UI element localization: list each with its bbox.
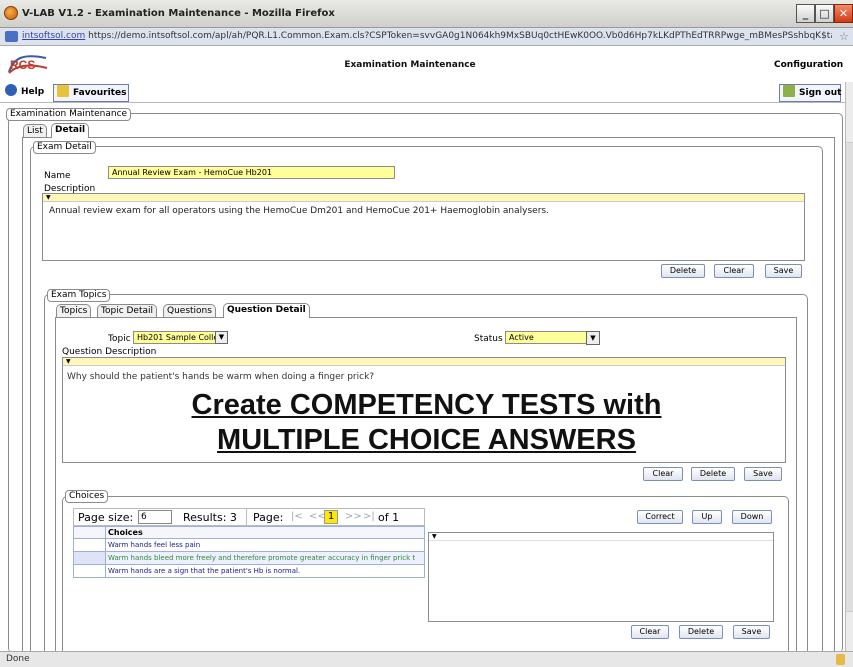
sign-out-icon <box>783 85 795 97</box>
favourites-icon <box>57 85 69 97</box>
caption-line-1: Create COMPETENCY TESTS with <box>191 389 662 421</box>
question-description-label: Question Description <box>62 347 157 357</box>
name-input[interactable]: Annual Review Exam - HemoCue Hb201 <box>108 166 395 179</box>
address-host: intsoftsol.com <box>22 31 86 41</box>
choices-header-row: Choices <box>73 526 425 539</box>
window-titlebar: V-LAB V1.2 - Examination Maintenance - M… <box>0 0 853 28</box>
tab-topic-detail[interactable]: Topic Detail <box>97 304 158 318</box>
table-row-selected[interactable]: Warm hands bleed more freely and therefo… <box>73 551 425 565</box>
choices-table: Choices Warm hands feel less pain Warm h… <box>73 526 425 578</box>
question-toolbar[interactable]: ▼ <box>63 358 785 366</box>
status-dropdown-icon[interactable]: ▼ <box>586 331 600 345</box>
page-scrollbar[interactable] <box>845 82 853 652</box>
examination-maintenance-legend: Examination Maintenance <box>6 108 132 121</box>
choice-editor-textarea[interactable]: ▼ <box>428 532 774 622</box>
topic-label: Topic <box>108 334 131 344</box>
delete-question-button[interactable]: Delete <box>691 467 735 481</box>
clear-choice-button[interactable]: Clear <box>631 625 669 639</box>
firefox-icon <box>4 6 18 20</box>
app-toolbar: Help Favourites Sign out <box>0 83 845 103</box>
address-bar[interactable]: intsoftsol.com https://demo.intsoftsol.c… <box>0 28 853 46</box>
configuration-link[interactable]: Configuration <box>774 60 843 70</box>
save-exam-button[interactable]: Save <box>765 264 802 278</box>
delete-exam-button[interactable]: Delete <box>661 264 705 278</box>
clear-question-button[interactable]: Clear <box>643 467 683 481</box>
page-title: Examination Maintenance <box>344 60 476 70</box>
selector-column-header <box>73 526 106 539</box>
help-button[interactable]: Help <box>2 84 48 102</box>
save-question-button[interactable]: Save <box>744 467 782 481</box>
table-row[interactable]: Warm hands feel less pain <box>73 538 425 552</box>
row-selector[interactable] <box>73 551 106 565</box>
pager-first-button[interactable]: |< <box>291 511 303 522</box>
pager-divider <box>246 509 247 525</box>
tab-detail[interactable]: Detail <box>51 123 90 138</box>
choice-editor-toolbar[interactable]: ▼ <box>429 533 773 541</box>
choice-editor-expand-icon[interactable]: ▼ <box>432 533 437 540</box>
site-icon <box>5 31 18 42</box>
favourites-label: Favourites <box>73 88 127 98</box>
row-selector[interactable] <box>73 564 106 578</box>
up-button[interactable]: Up <box>692 510 722 524</box>
description-text: Annual review exam for all operators usi… <box>49 206 549 216</box>
choice-text[interactable]: Warm hands bleed more freely and therefo… <box>105 551 425 565</box>
tab-topics[interactable]: Topics <box>56 304 92 318</box>
security-lock-icon[interactable] <box>836 654 845 665</box>
page-scrollbar-thumb[interactable] <box>846 142 853 612</box>
table-row[interactable]: Warm hands are a sign that the patient's… <box>73 564 425 578</box>
sign-out-label: Sign out <box>799 88 842 98</box>
correct-button[interactable]: Correct <box>637 510 683 524</box>
page-count: of 1 <box>378 511 400 524</box>
question-text: Why should the patient's hands be warm w… <box>67 372 375 382</box>
page-size-input[interactable]: 6 <box>138 510 172 524</box>
save-choice-button[interactable]: Save <box>733 625 770 639</box>
window-title: V-LAB V1.2 - Examination Maintenance - M… <box>22 8 335 19</box>
close-button[interactable]: ✕ <box>834 4 853 23</box>
bookmark-star-icon[interactable]: ☆ <box>839 30 849 43</box>
tab-list[interactable]: List <box>23 124 47 137</box>
exam-detail-legend: Exam Detail <box>33 141 96 154</box>
choices-column-header: Choices <box>105 526 425 539</box>
name-label: Name <box>44 171 71 181</box>
current-page-indicator[interactable]: 1 <box>324 510 338 524</box>
status-text: Done <box>6 654 30 664</box>
description-textarea[interactable]: ▼ Annual review exam for all operators u… <box>42 193 805 261</box>
maximize-button[interactable]: □ <box>815 4 834 23</box>
topic-select[interactable]: Hb201 Sample Collec <box>133 331 216 344</box>
pager-last-button[interactable]: >| <box>363 511 375 522</box>
minimize-button[interactable]: _ <box>796 4 815 23</box>
tab-questions[interactable]: Questions <box>163 304 216 318</box>
help-label: Help <box>21 87 45 97</box>
browser-status-bar: Done <box>0 651 853 667</box>
results-count: Results: 3 <box>183 511 237 524</box>
question-expand-icon[interactable]: ▼ <box>66 358 71 365</box>
status-label: Status <box>474 334 503 344</box>
sign-out-button[interactable]: Sign out <box>779 84 841 102</box>
favourites-button[interactable]: Favourites <box>53 84 129 102</box>
description-expand-icon[interactable]: ▼ <box>46 194 51 201</box>
promo-caption: Create COMPETENCY TESTS with MULTIPLE CH… <box>0 388 853 458</box>
choice-text[interactable]: Warm hands feel less pain <box>105 538 425 552</box>
tab-question-detail[interactable]: Question Detail <box>223 303 310 318</box>
topic-dropdown-icon[interactable]: ▼ <box>215 331 228 344</box>
address-text[interactable]: intsoftsol.com https://demo.intsoftsol.c… <box>22 31 832 41</box>
help-icon <box>5 84 17 96</box>
down-button[interactable]: Down <box>732 510 772 524</box>
pager-next-button[interactable]: >> <box>345 511 362 522</box>
app-header: RCS Examination Maintenance Configuratio… <box>0 46 845 82</box>
status-select[interactable]: Active <box>505 331 587 344</box>
page-label: Page: <box>253 511 284 524</box>
address-url: https://demo.intsoftsol.com/apl/ah/PQR.L… <box>88 31 832 41</box>
choices-legend: Choices <box>65 490 109 503</box>
clear-exam-button[interactable]: Clear <box>714 264 754 278</box>
row-selector[interactable] <box>73 538 106 552</box>
caption-line-2: MULTIPLE CHOICE ANSWERS <box>217 424 636 456</box>
choice-text[interactable]: Warm hands are a sign that the patient's… <box>105 564 425 578</box>
exam-topics-legend: Exam Topics <box>47 289 111 302</box>
delete-choice-button[interactable]: Delete <box>679 625 723 639</box>
page-size-label: Page size: <box>78 511 134 524</box>
description-toolbar[interactable]: ▼ <box>43 194 804 202</box>
